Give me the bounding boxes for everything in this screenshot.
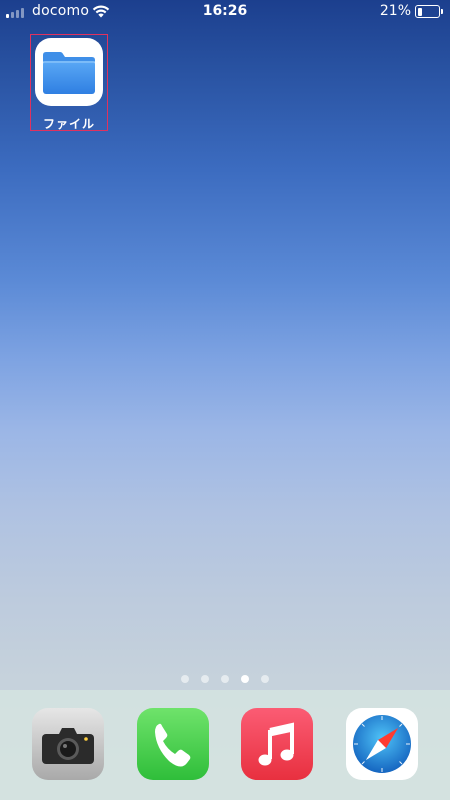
battery-icon [415, 5, 443, 18]
page-dot[interactable] [181, 675, 189, 683]
dock [0, 690, 450, 800]
files-folder-icon[interactable] [35, 38, 103, 106]
music-icon[interactable] [241, 708, 313, 780]
camera-icon[interactable] [32, 708, 104, 780]
page-dot[interactable] [261, 675, 269, 683]
app-label-files: ファイル [42, 117, 95, 131]
page-dot-active[interactable] [241, 675, 249, 683]
page-dot[interactable] [221, 675, 229, 683]
status-bar: docomo 16:26 21% [0, 0, 450, 24]
battery-percentage: 21% [379, 3, 411, 19]
home-screen: docomo 16:26 21% ファイル [0, 0, 450, 800]
app-files[interactable]: ファイル [30, 34, 108, 131]
battery-level-fill [417, 7, 422, 16]
page-dot[interactable] [201, 675, 209, 683]
page-indicator[interactable] [0, 668, 450, 683]
safari-icon[interactable] [346, 708, 418, 780]
phone-icon[interactable] [137, 708, 209, 780]
